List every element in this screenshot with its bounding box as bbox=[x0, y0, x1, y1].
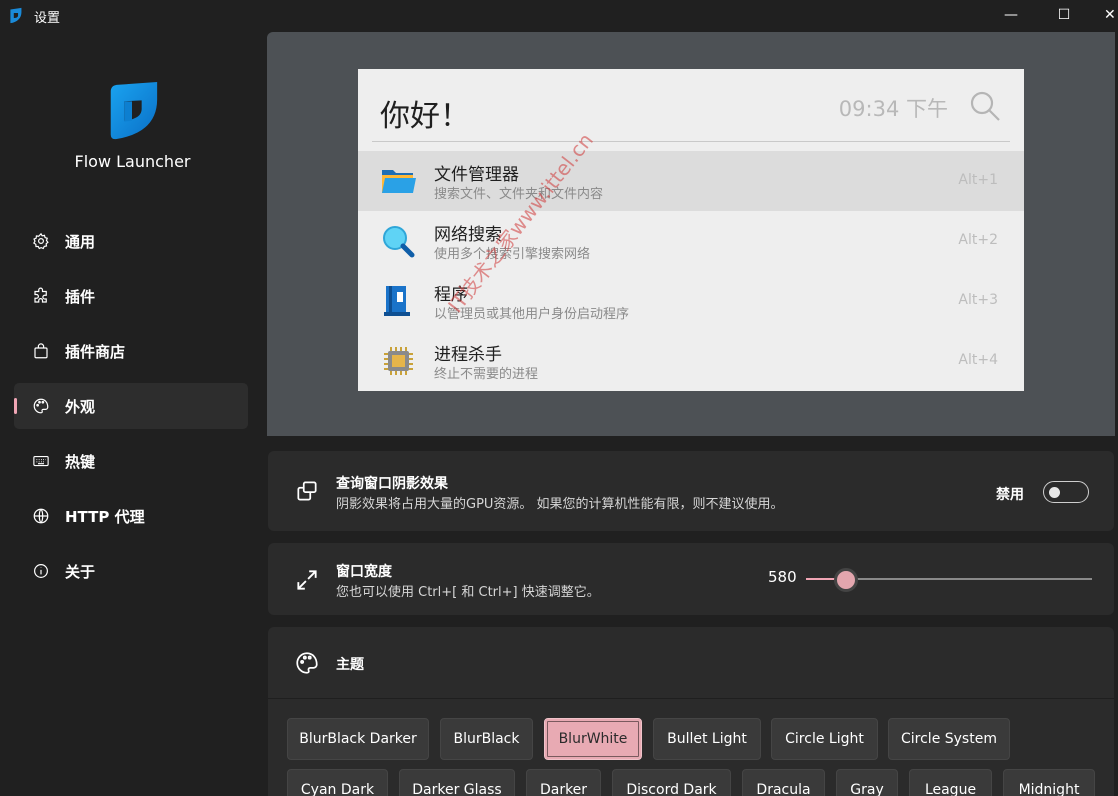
theme-button[interactable]: Discord Dark bbox=[612, 769, 731, 796]
theme-button[interactable]: Bullet Light bbox=[653, 718, 761, 760]
result-hotkey: Alt+2 bbox=[958, 232, 998, 248]
result-title: 进程杀手 bbox=[434, 345, 502, 365]
folder-icon bbox=[382, 170, 416, 193]
window-title: 设置 bbox=[34, 11, 61, 26]
title-bar: 设置 — ☐ ✕ bbox=[0, 0, 1118, 32]
theme-button[interactable]: Midnight bbox=[1003, 769, 1095, 796]
result-hotkey: Alt+1 bbox=[958, 172, 998, 188]
sidebar-item-appearance[interactable]: 外观 bbox=[14, 383, 248, 429]
app-name: Flow Launcher bbox=[74, 152, 191, 171]
theme-button[interactable]: Gray bbox=[836, 769, 898, 796]
gear-icon bbox=[31, 231, 51, 251]
resize-arrows-icon bbox=[297, 570, 317, 590]
result-hotkey: Alt+3 bbox=[958, 292, 998, 308]
result-item[interactable]: 进程杀手 终止不需要的进程 Alt+4 bbox=[358, 331, 1024, 391]
query-text: 你好！ bbox=[380, 99, 470, 134]
launcher-preview-window: 你好！ 09:34 下午 文件管理器 搜索文件、文件夹和文件内容 Alt+1 网… bbox=[358, 69, 1024, 391]
window-width-card: 窗口宽度 您也可以使用 Ctrl+[ 和 Ctrl+] 快速调整它。 580 bbox=[268, 543, 1114, 615]
maximize-button[interactable]: ☐ bbox=[1041, 0, 1087, 30]
result-title: 网络搜索 bbox=[434, 225, 502, 245]
theme-header: 主题 bbox=[268, 627, 1114, 699]
keyboard-icon bbox=[31, 451, 51, 471]
window-width-title: 窗口宽度 bbox=[336, 564, 392, 580]
shadow-effect-description: 阴影效果将占用大量的GPU资源。 如果您的计算机性能有限，则不建议使用。 bbox=[336, 497, 784, 512]
sidebar-item-hotkeys[interactable]: 热键 bbox=[14, 438, 248, 484]
theme-button[interactable]: Darker bbox=[526, 769, 601, 796]
active-indicator bbox=[14, 398, 17, 414]
search-icon bbox=[970, 91, 1000, 121]
result-subtitle: 搜索文件、文件夹和文件内容 bbox=[434, 187, 604, 202]
palette-icon bbox=[31, 396, 51, 416]
width-value: 580 bbox=[768, 568, 797, 586]
palette-icon bbox=[296, 652, 318, 674]
sidebar-item-plugins[interactable]: 插件 bbox=[14, 273, 248, 319]
puzzle-icon bbox=[31, 286, 51, 306]
cpu-chip-icon bbox=[384, 347, 413, 375]
sidebar-item-label: 外观 bbox=[65, 397, 96, 416]
sidebar-item-plugin-store[interactable]: 插件商店 bbox=[14, 328, 248, 374]
toggle-knob bbox=[1049, 486, 1060, 498]
result-item[interactable]: 程序 以管理员或其他用户身份启动程序 Alt+3 bbox=[358, 271, 1024, 331]
shadow-toggle[interactable] bbox=[1043, 481, 1089, 503]
flow-launcher-icon bbox=[10, 7, 22, 24]
clock-text: 09:34 下午 bbox=[838, 97, 948, 121]
theme-button[interactable]: BlurBlack Darker bbox=[287, 718, 429, 760]
sidebar-item-http-proxy[interactable]: HTTP 代理 bbox=[14, 493, 248, 539]
width-slider-thumb[interactable] bbox=[834, 568, 859, 592]
sidebar-item-general[interactable]: 通用 bbox=[14, 218, 248, 264]
sidebar-item-label: 插件 bbox=[65, 287, 96, 306]
minimize-icon: — bbox=[1004, 7, 1018, 23]
shadow-toggle-label: 禁用 bbox=[996, 487, 1024, 503]
globe-icon bbox=[31, 506, 51, 526]
theme-preview: 你好！ 09:34 下午 文件管理器 搜索文件、文件夹和文件内容 Alt+1 网… bbox=[267, 32, 1115, 436]
theme-card: 主题 BlurBlack Darker BlurBlack BlurWhite … bbox=[268, 627, 1114, 796]
result-subtitle: 使用多个搜索引擎搜索网络 bbox=[434, 247, 591, 262]
theme-title: 主题 bbox=[336, 657, 364, 673]
theme-button[interactable]: Circle System bbox=[888, 718, 1010, 760]
sidebar-item-label: 通用 bbox=[65, 232, 96, 251]
result-title: 程序 bbox=[434, 285, 468, 305]
window-width-description: 您也可以使用 Ctrl+[ 和 Ctrl+] 快速调整它。 bbox=[336, 585, 600, 600]
flow-launcher-logo bbox=[110, 82, 158, 140]
magnifier-icon bbox=[383, 226, 415, 258]
close-button[interactable]: ✕ bbox=[1094, 0, 1118, 30]
theme-button-selected[interactable]: BlurWhite bbox=[544, 718, 642, 760]
info-icon bbox=[31, 561, 51, 581]
theme-button[interactable]: Circle Light bbox=[771, 718, 878, 760]
sidebar-item-label: 关于 bbox=[65, 562, 96, 581]
theme-button[interactable]: Dracula bbox=[742, 769, 825, 796]
theme-button[interactable]: Cyan Dark bbox=[287, 769, 388, 796]
theme-button[interactable]: Darker Glass bbox=[399, 769, 515, 796]
sidebar-item-label: 插件商店 bbox=[65, 342, 126, 361]
program-icon bbox=[384, 286, 410, 316]
sidebar: Flow Launcher 通用 插件 插件商店 外观 热键 HTTP 代理 关… bbox=[0, 32, 265, 796]
theme-button[interactable]: BlurBlack bbox=[440, 718, 533, 760]
minimize-button[interactable]: — bbox=[988, 0, 1034, 30]
shadow-effect-card: 查询窗口阴影效果 阴影效果将占用大量的GPU资源。 如果您的计算机性能有限，则不… bbox=[268, 451, 1114, 531]
result-subtitle: 以管理员或其他用户身份启动程序 bbox=[434, 307, 630, 322]
theme-button[interactable]: League bbox=[909, 769, 992, 796]
shadow-effect-title: 查询窗口阴影效果 bbox=[336, 476, 448, 492]
close-icon: ✕ bbox=[1104, 7, 1116, 23]
sidebar-item-label: 热键 bbox=[65, 452, 96, 471]
maximize-icon: ☐ bbox=[1057, 7, 1071, 23]
result-item[interactable]: 网络搜索 使用多个搜索引擎搜索网络 Alt+2 bbox=[358, 211, 1024, 271]
query-divider bbox=[372, 141, 1010, 142]
result-hotkey: Alt+4 bbox=[958, 352, 998, 368]
result-subtitle: 终止不需要的进程 bbox=[434, 367, 539, 382]
sidebar-item-label: HTTP 代理 bbox=[65, 507, 145, 526]
sidebar-item-about[interactable]: 关于 bbox=[14, 548, 248, 594]
result-title: 文件管理器 bbox=[434, 165, 519, 185]
result-item[interactable]: 文件管理器 搜索文件、文件夹和文件内容 Alt+1 bbox=[358, 151, 1024, 211]
shopping-bag-icon bbox=[31, 341, 51, 361]
window-shadow-icon bbox=[297, 481, 317, 501]
